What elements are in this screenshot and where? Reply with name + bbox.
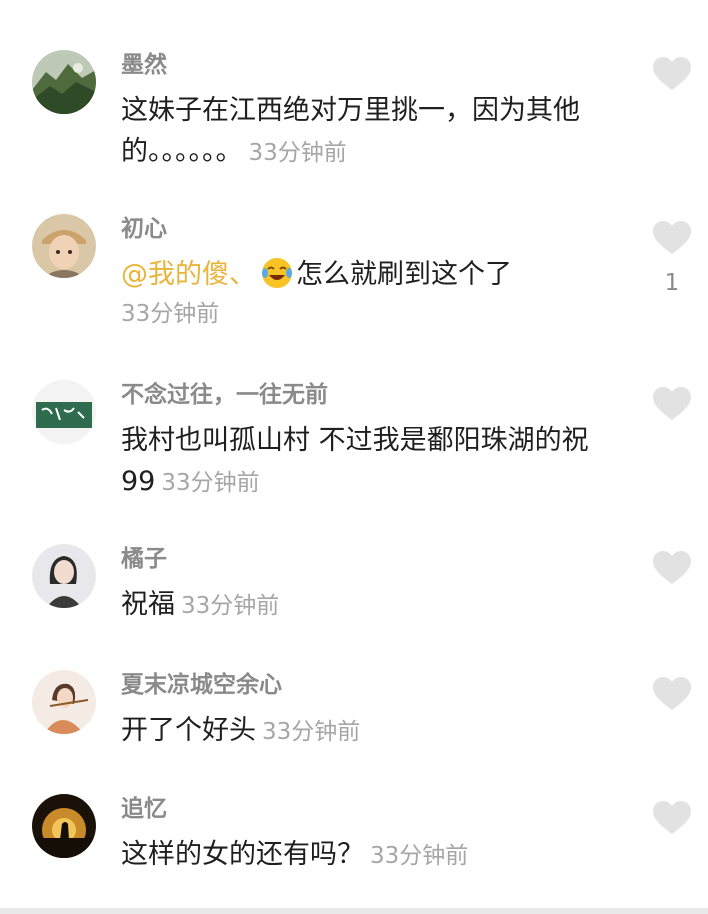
timestamp: 33分钟前 <box>121 301 220 327</box>
heart-icon <box>653 677 691 710</box>
username[interactable]: 橘子 <box>121 544 167 574</box>
avatar[interactable] <box>32 380 96 444</box>
sunset-silhouette-avatar <box>32 794 96 858</box>
like-button[interactable] <box>652 386 692 422</box>
heart-icon <box>653 387 691 420</box>
timestamp: 33分钟前 <box>370 843 469 869</box>
flute-player-avatar <box>32 670 96 734</box>
comment-text-content: 这样的女的还有吗？ <box>121 839 364 870</box>
avatar[interactable] <box>32 794 96 858</box>
comment-text-content: 这妹子在江西绝对万里挑一，因为其他的。。。。。。 <box>121 95 580 167</box>
green-calligraphy-avatar <box>32 380 96 444</box>
mention-link[interactable]: @我的傻、 <box>121 259 256 290</box>
avatar[interactable] <box>32 544 96 608</box>
timestamp: 33分钟前 <box>181 593 280 619</box>
timestamp: 33分钟前 <box>262 719 361 745</box>
username[interactable]: 追忆 <box>121 794 167 824</box>
username[interactable]: 墨然 <box>121 50 167 80</box>
heart-icon <box>653 57 691 90</box>
username[interactable]: 初心 <box>121 214 167 244</box>
like-count: 1 <box>664 270 680 296</box>
comment-text: 祝福 33分钟前 <box>121 584 621 627</box>
mountain-landscape-avatar <box>32 50 96 114</box>
timestamp: 33分钟前 <box>161 470 260 496</box>
comment-text: 我村也叫孤山村 不过我是鄱阳珠湖的祝99 33分钟前 <box>121 420 621 504</box>
comment-text: @我的傻、 怎么就刷到这个了 33分钟前 <box>121 254 621 331</box>
person-cap-avatar <box>32 214 96 278</box>
heart-icon <box>653 551 691 584</box>
like-button[interactable] <box>652 550 692 586</box>
like-button[interactable] <box>652 800 692 836</box>
heart-icon <box>653 801 691 834</box>
like-button[interactable] <box>652 220 692 256</box>
username[interactable]: 夏末凉城空余心 <box>121 670 282 700</box>
avatar[interactable] <box>32 670 96 734</box>
comment-text: 这样的女的还有吗？ 33分钟前 <box>121 834 621 877</box>
comment-text-content: 怎么就刷到这个了 <box>296 259 512 290</box>
avatar[interactable] <box>32 214 96 278</box>
username[interactable]: 不念过往，一往无前 <box>121 380 328 410</box>
like-button[interactable] <box>652 676 692 712</box>
like-button[interactable] <box>652 56 692 92</box>
woman-portrait-avatar <box>32 544 96 608</box>
heart-icon <box>653 221 691 254</box>
comment-text-content: 祝福 <box>121 589 175 620</box>
bottom-divider <box>0 908 708 914</box>
timestamp: 33分钟前 <box>248 140 347 166</box>
avatar[interactable] <box>32 50 96 114</box>
comment-text-content: 开了个好头 <box>121 715 256 746</box>
comment-text: 这妹子在江西绝对万里挑一，因为其他的。。。。。。 33分钟前 <box>121 90 621 174</box>
laughing-crying-emoji-icon <box>260 256 294 290</box>
comment-text: 开了个好头 33分钟前 <box>121 710 621 753</box>
